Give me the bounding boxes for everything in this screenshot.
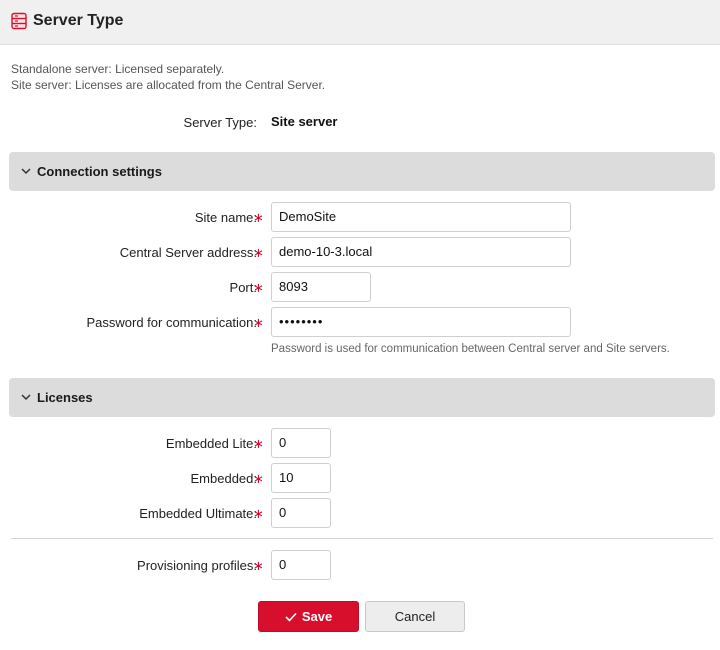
password-hint: Password is used for communication betwe…	[271, 343, 670, 355]
required-marker: ∗	[253, 315, 264, 330]
embedded-input[interactable]: 10	[271, 463, 331, 493]
description-line-1: Standalone server: Licensed separately.	[11, 62, 225, 76]
chevron-down-icon	[21, 168, 31, 175]
required-marker: ∗	[253, 436, 264, 451]
required-marker: ∗	[253, 558, 264, 573]
central-server-address-label: Central Server address:	[119, 245, 257, 260]
server-icon	[11, 12, 27, 30]
password-label: Password for communication:	[86, 315, 257, 330]
required-marker: ∗	[253, 245, 264, 260]
embedded-lite-label: Embedded Lite:	[165, 436, 257, 451]
save-button[interactable]: Save	[258, 601, 359, 632]
required-marker: ∗	[253, 210, 264, 225]
cancel-button-label: Cancel	[394, 609, 436, 624]
required-marker: ∗	[253, 471, 264, 486]
embedded-ultimate-input[interactable]: 0	[271, 498, 331, 528]
provisioning-profiles-input[interactable]: 0	[271, 550, 331, 580]
embedded-label: Embedded:	[190, 471, 258, 486]
provisioning-profiles-label: Provisioning profiles:	[137, 558, 257, 573]
central-server-address-input[interactable]: demo-10-3.local	[271, 237, 571, 267]
checkmark-icon	[285, 612, 297, 622]
server-type-label: Server Type:	[183, 115, 257, 130]
required-marker: ∗	[253, 280, 264, 295]
description-line-2: Site server: Licenses are allocated from…	[11, 78, 326, 92]
embedded-ultimate-label: Embedded Ultimate:	[139, 506, 257, 521]
server-type-value: Site server	[271, 114, 338, 129]
embedded-lite-input[interactable]: 0	[271, 428, 331, 458]
divider	[11, 538, 713, 539]
password-input[interactable]: ••••••••	[271, 307, 571, 337]
site-name-input[interactable]: DemoSite	[271, 202, 571, 232]
cancel-button[interactable]: Cancel	[365, 601, 465, 632]
site-name-label: Site name:	[194, 210, 257, 225]
save-button-label: Save	[301, 609, 333, 624]
required-marker: ∗	[253, 506, 264, 521]
page-header: Server Type	[0, 0, 720, 45]
connection-settings-section-header[interactable]: Connection settings	[9, 152, 715, 191]
licenses-title: Licenses	[37, 390, 93, 405]
page-title: Server Type	[33, 12, 124, 29]
licenses-section-header[interactable]: Licenses	[9, 378, 715, 417]
chevron-down-icon	[21, 394, 31, 401]
connection-settings-title: Connection settings	[37, 164, 162, 179]
port-input[interactable]: 8093	[271, 272, 371, 302]
